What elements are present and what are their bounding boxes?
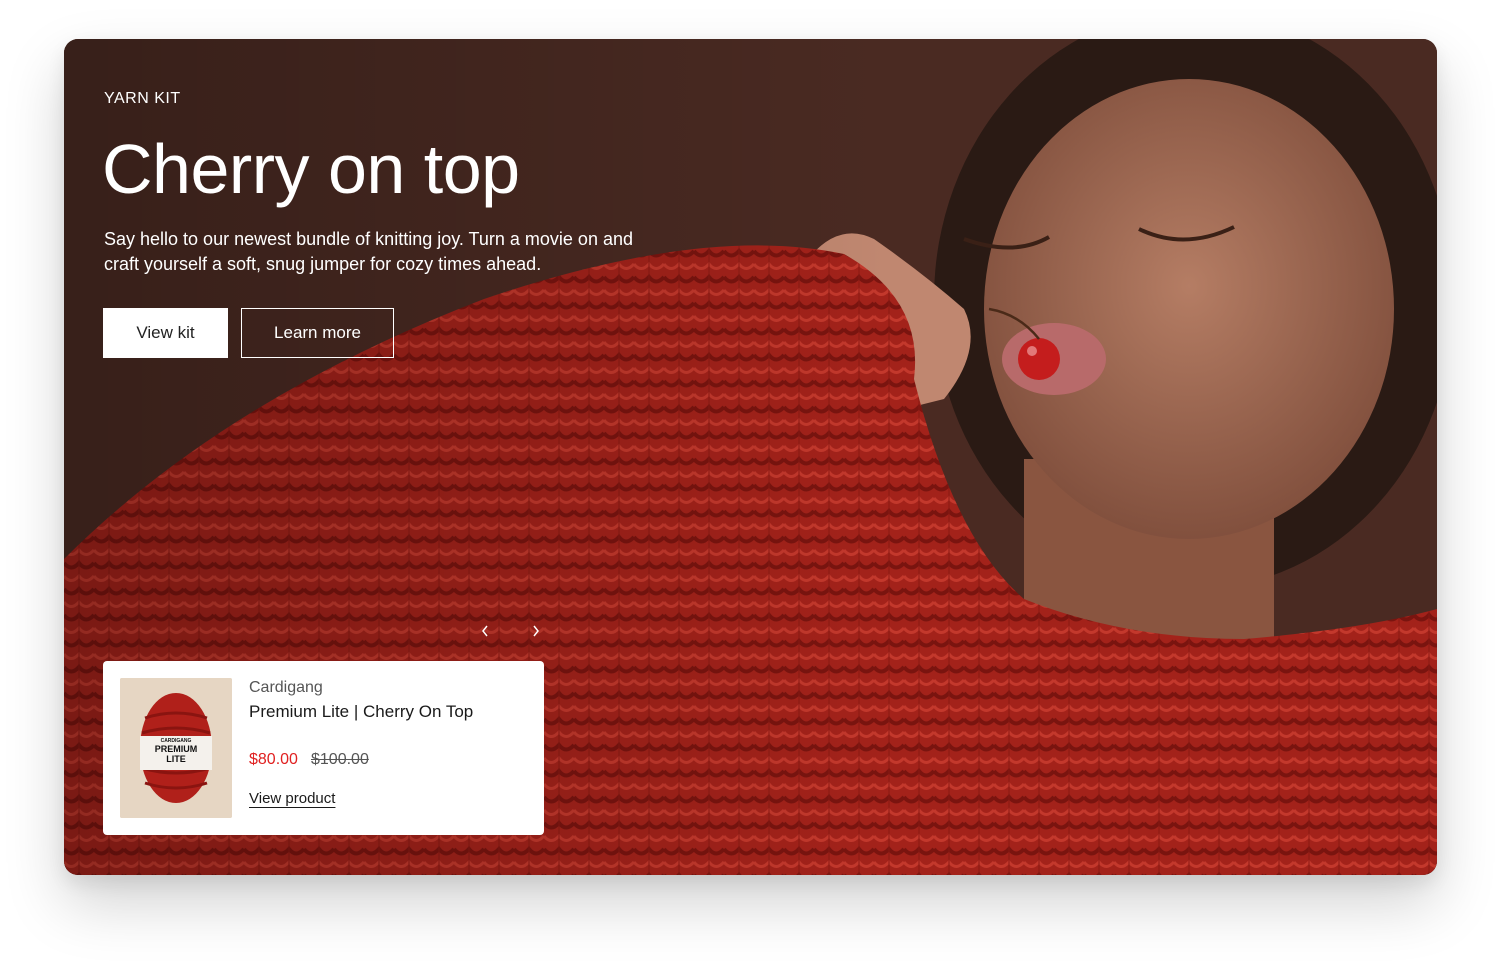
carousel-next-button[interactable] bbox=[525, 620, 547, 642]
product-card[interactable]: CARDIGANG PREMIUM LITE Cardigang Premium… bbox=[103, 661, 544, 835]
product-title[interactable]: Premium Lite | Cherry On Top bbox=[249, 702, 473, 722]
compare-price: $100.00 bbox=[311, 751, 369, 768]
product-vendor: Cardigang bbox=[249, 679, 323, 696]
hero-title: Cherry on top bbox=[102, 130, 520, 208]
learn-more-button[interactable]: Learn more bbox=[241, 308, 394, 358]
product-thumbnail[interactable]: CARDIGANG PREMIUM LITE bbox=[120, 678, 232, 818]
hero-description: Say hello to our newest bundle of knitti… bbox=[104, 229, 633, 274]
yarn-label-line1: PREMIUM bbox=[155, 744, 198, 754]
yarn-label-line2: LITE bbox=[166, 754, 186, 764]
hero-eyebrow: YARN KIT bbox=[104, 90, 181, 107]
chevron-right-icon bbox=[533, 625, 539, 637]
view-kit-button[interactable]: View kit bbox=[103, 308, 228, 358]
view-product-link[interactable]: View product bbox=[249, 790, 335, 807]
carousel-prev-button[interactable] bbox=[474, 620, 496, 642]
hero-banner: YARN KIT Cherry on top Say hello to our … bbox=[64, 39, 1437, 875]
chevron-left-icon bbox=[482, 625, 488, 637]
sale-price: $80.00 bbox=[249, 751, 298, 768]
yarn-ball-image: CARDIGANG PREMIUM LITE bbox=[120, 678, 232, 818]
